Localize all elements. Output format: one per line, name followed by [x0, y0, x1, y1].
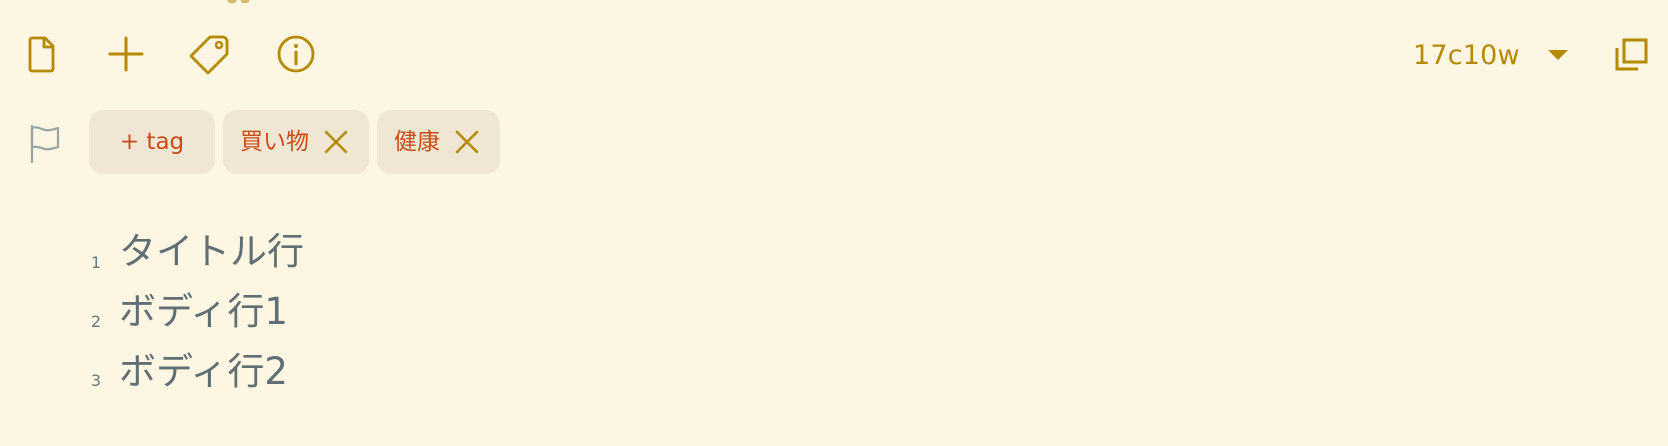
toolbar: 17c10w: [0, 26, 1668, 88]
note-editor[interactable]: 1 タイトル行 2 ボディ行1 3 ボディ行2: [0, 210, 1668, 400]
add-note-button[interactable]: [98, 26, 154, 82]
plus-icon: [108, 36, 144, 72]
tag-label: 健康: [394, 128, 440, 155]
tag-label: 買い物: [240, 128, 309, 155]
add-tag-button[interactable]: + tag: [89, 110, 215, 174]
add-tag-label: + tag: [119, 128, 185, 155]
remove-tag-button[interactable]: [319, 125, 353, 159]
expand-icon: [1615, 38, 1648, 71]
tag-chip-health[interactable]: 健康: [377, 110, 500, 174]
remove-tag-button[interactable]: [450, 125, 484, 159]
editor-line[interactable]: 2 ボディ行1: [0, 280, 1668, 340]
line-number: 2: [90, 312, 102, 331]
version-label: 17c10w: [1413, 39, 1520, 71]
flag-icon[interactable]: [27, 122, 63, 164]
tag-button[interactable]: [182, 26, 238, 82]
editor-line[interactable]: 3 ボディ行2: [0, 342, 1668, 402]
line-text[interactable]: ボディ行1: [119, 293, 288, 330]
line-text[interactable]: タイトル行: [119, 233, 304, 270]
expand-button[interactable]: [1603, 26, 1659, 82]
chevron-down-icon: [1547, 50, 1568, 60]
line-text[interactable]: ボディ行2: [119, 353, 288, 390]
previous-row-fragment: [226, 0, 276, 4]
close-icon: [455, 130, 479, 154]
tag-list: + tag 買い物 健康: [89, 110, 500, 174]
info-button[interactable]: [268, 26, 324, 82]
document-button[interactable]: [14, 26, 70, 82]
editor-line[interactable]: 1 タイトル行: [0, 222, 1668, 282]
document-icon: [28, 36, 55, 73]
line-number: 1: [90, 253, 102, 272]
version-selector[interactable]: 17c10w: [1413, 34, 1568, 76]
line-number: 3: [90, 371, 102, 390]
tag-icon: [189, 35, 229, 75]
info-icon: [277, 35, 315, 73]
tag-chip-shopping[interactable]: 買い物: [223, 110, 369, 174]
close-icon: [324, 130, 348, 154]
